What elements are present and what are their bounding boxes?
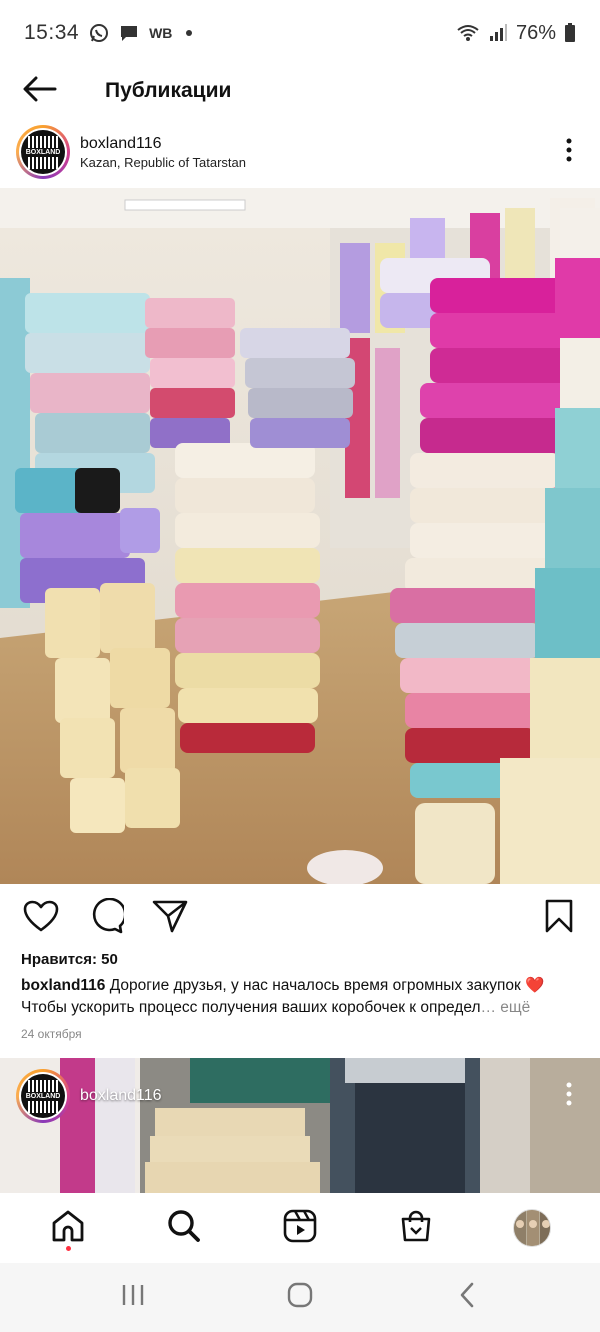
next-post-avatar[interactable]: BOXLAND [16, 1069, 70, 1123]
battery-percent: 76% [515, 21, 556, 44]
caption-line-2: Чтобы ускорить процесс получения ваших к… [21, 999, 481, 1016]
more-options-button[interactable] [554, 132, 584, 172]
wifi-icon [456, 23, 480, 43]
shop-icon [399, 1209, 433, 1248]
comment-icon [88, 897, 127, 939]
home-circle-icon [287, 1282, 313, 1313]
status-time: 15:34 [24, 21, 80, 44]
nav-profile[interactable] [502, 1198, 562, 1258]
post-username[interactable]: boxland116 [80, 135, 246, 153]
whatsapp-icon [89, 23, 109, 43]
save-button[interactable] [537, 896, 581, 940]
notification-dot [186, 30, 193, 36]
battery-icon [564, 23, 576, 43]
bottom-nav [0, 1193, 600, 1263]
more-vertical-icon [566, 1082, 572, 1111]
profile-avatar [513, 1209, 551, 1247]
search-icon [167, 1209, 201, 1248]
caption-username[interactable]: boxland116 [21, 977, 105, 994]
next-post-header: BOXLAND boxland116 [0, 1068, 600, 1124]
avatar-logo-text: BOXLAND [25, 148, 61, 156]
nav-reels[interactable] [270, 1198, 330, 1258]
caption-more-link[interactable]: … ещё [481, 999, 531, 1016]
post-header: BOXLAND boxland116 Kazan, Republic of Ta… [0, 119, 600, 185]
arrow-left-icon [23, 76, 57, 107]
reels-icon [283, 1209, 317, 1248]
system-nav-bar [0, 1263, 600, 1332]
message-icon [119, 23, 139, 43]
caption-emoji: ❤️ [525, 977, 545, 994]
post-actions [0, 896, 600, 940]
more-vertical-icon [566, 138, 572, 167]
share-button[interactable] [148, 896, 192, 940]
post-date: 24 октября [21, 1027, 82, 1041]
home-notification-dot [65, 1246, 71, 1251]
next-avatar-logo-text: BOXLAND [25, 1092, 61, 1100]
signal-icon [488, 23, 508, 43]
recents-button[interactable] [103, 1273, 163, 1323]
system-back-button[interactable] [437, 1273, 497, 1323]
post-caption[interactable]: boxland116 Дорогие друзья, у нас началос… [21, 975, 586, 1019]
post-location[interactable]: Kazan, Republic of Tatarstan [80, 155, 246, 170]
bookmark-icon [545, 899, 573, 938]
post-photo[interactable] [0, 188, 600, 884]
avatar[interactable]: BOXLAND [16, 125, 70, 179]
caption-line-1: Дорогие друзья, у нас началось время огр… [109, 977, 521, 994]
recents-icon [121, 1284, 145, 1311]
back-chevron-icon [459, 1282, 475, 1313]
page-title: Публикации [105, 79, 232, 102]
next-post-username[interactable]: boxland116 [80, 1087, 162, 1105]
nav-shop[interactable] [386, 1198, 446, 1258]
next-post[interactable]: BOXLAND boxland116 [0, 1058, 600, 1193]
next-post-more-button[interactable] [554, 1076, 584, 1116]
system-home-button[interactable] [270, 1273, 330, 1323]
nav-home[interactable] [38, 1198, 98, 1258]
likes-count[interactable]: Нравится: 50 [21, 951, 118, 968]
back-button[interactable] [0, 66, 80, 116]
nav-search[interactable] [154, 1198, 214, 1258]
status-bar: 15:34 WB 76% [0, 0, 600, 66]
comment-button[interactable] [84, 896, 128, 940]
share-icon [152, 899, 188, 938]
home-icon [51, 1209, 85, 1248]
like-button[interactable] [19, 896, 63, 940]
wb-indicator: WB [149, 25, 173, 41]
heart-icon [23, 900, 59, 937]
app-header: Публикации [0, 66, 600, 116]
